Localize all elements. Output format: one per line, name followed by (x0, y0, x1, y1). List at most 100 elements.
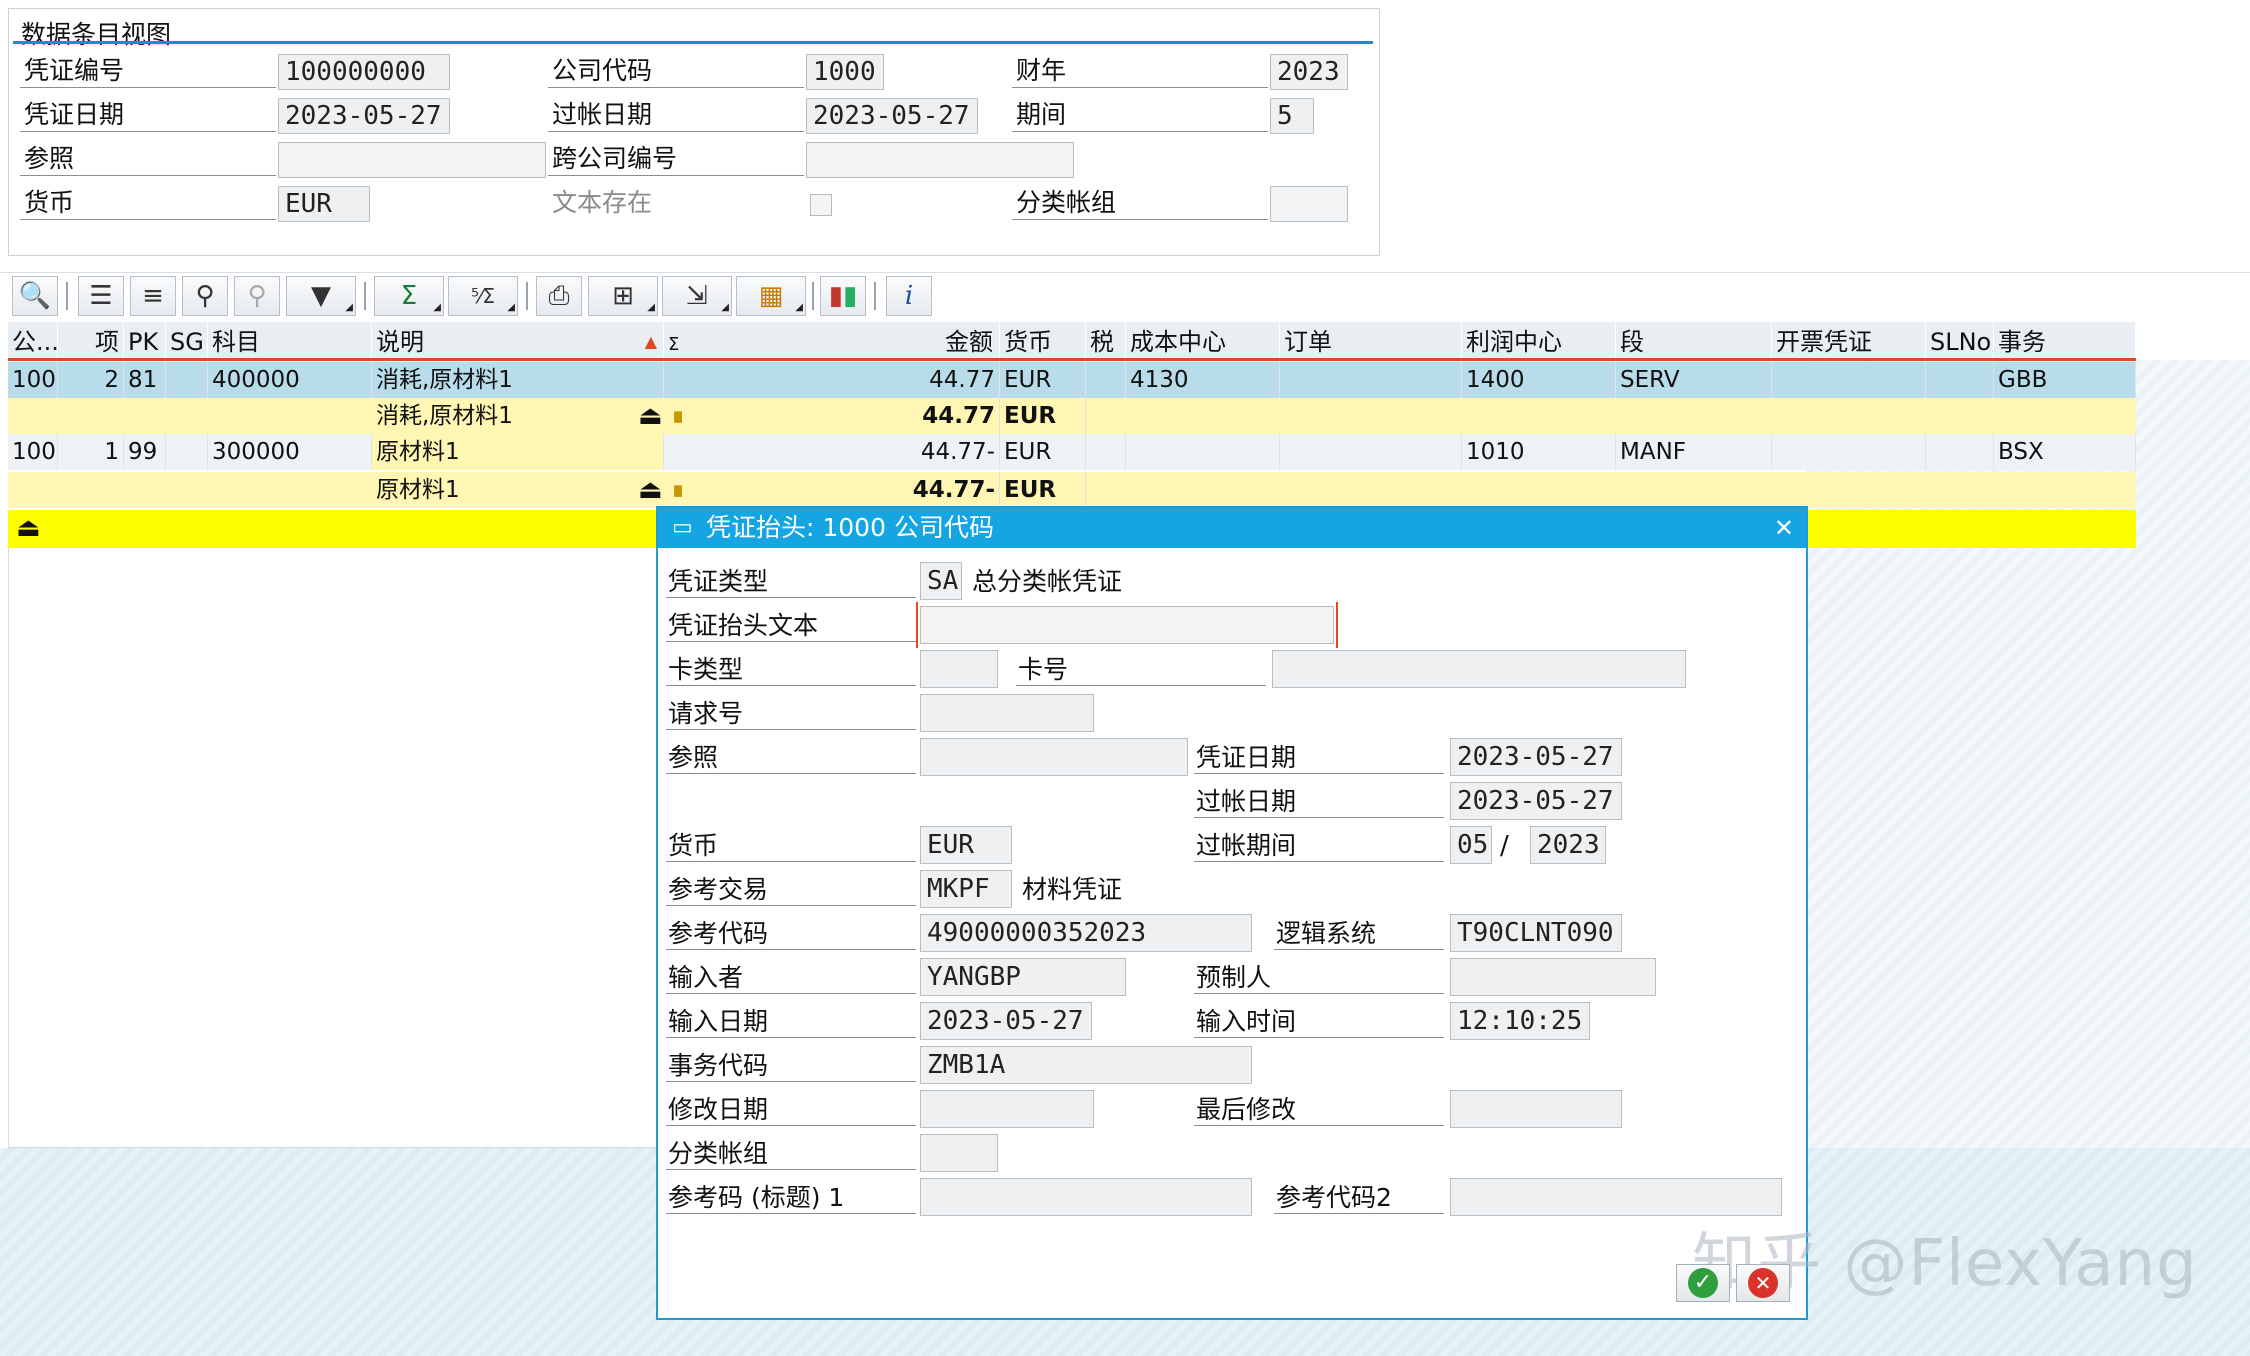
ledger-group-field[interactable] (920, 1134, 998, 1172)
posting-date-field[interactable]: 2023-05-27 (806, 98, 978, 134)
doc-date-label: 凭证日期 (1194, 740, 1444, 774)
graphic-button[interactable]: ▮ ▮ (820, 276, 866, 316)
find-button[interactable]: ⚲ (182, 276, 228, 316)
entry-time-field[interactable]: 12:10:25 (1450, 1002, 1590, 1040)
card-number-label: 卡号 (1016, 652, 1266, 686)
logical-system-field[interactable]: T90CLNT090 (1450, 914, 1622, 952)
column-header-item[interactable]: 项 (58, 322, 124, 360)
layout-button[interactable]: ▦ ◢ (736, 276, 806, 316)
tcode-label: 事务代码 (666, 1048, 916, 1082)
cross-company-field[interactable] (806, 142, 1074, 178)
column-header-description[interactable]: 说明 ▲ (372, 322, 664, 360)
print-button[interactable]: ⎙ (536, 276, 582, 316)
cell-amount: 44.77 (664, 362, 1000, 398)
subtotal-button[interactable]: ⁵⁄Σ ◢ (448, 276, 518, 316)
column-header-segment[interactable]: 段 (1616, 322, 1772, 360)
ref-key-field[interactable]: 49000000352023 (920, 914, 1252, 952)
ref-transaction-field[interactable]: MKPF (920, 870, 1012, 908)
filter-button[interactable]: ▼ ◢ (286, 276, 356, 316)
entry-date-field[interactable]: 2023-05-27 (920, 1002, 1092, 1040)
header-text-label: 凭证抬头文本 (666, 608, 916, 642)
card-number-field[interactable] (1272, 650, 1686, 688)
sum-button[interactable]: Σ ◢ (374, 276, 444, 316)
changed-on-field[interactable] (920, 1090, 1094, 1128)
subtotal-icon: ⁵⁄Σ (471, 284, 495, 308)
column-header-transaction[interactable]: 事务 (1994, 322, 2136, 360)
views-icon: ⊞ (612, 281, 634, 311)
currency-label: 货币 (20, 186, 276, 220)
cell-transaction: GBB (1994, 362, 2136, 398)
cancel-button[interactable]: ✕ (1736, 1264, 1790, 1302)
ref-key2-field[interactable] (1450, 1178, 1782, 1216)
column-header-tax[interactable]: 税 (1086, 322, 1126, 360)
ref-key1-label: 参考码 (标题) 1 (666, 1180, 916, 1214)
table-row[interactable]: 1000 1 99 300000 原材料1 44.77- EUR 1010 MA… (8, 434, 2136, 470)
column-header-company[interactable]: 公... (8, 322, 58, 360)
column-header-currency[interactable]: 货币 (1000, 322, 1086, 360)
column-header-billing-doc[interactable]: 开票凭证 (1772, 322, 1926, 360)
cell-company: 1000 (8, 434, 58, 470)
subtotal-row[interactable]: 原材料1 ⏏ ▪ 44.77- EUR (8, 472, 2136, 508)
column-header-sg[interactable]: SG (166, 322, 208, 360)
doc-number-field[interactable]: 100000000 (278, 54, 450, 90)
doc-type-field[interactable]: SA (920, 562, 962, 600)
currency-field[interactable]: EUR (278, 186, 370, 222)
sum-indicator: Σ (668, 334, 680, 355)
column-header-amount[interactable]: Σ 金额 (664, 322, 1000, 360)
tcode-field[interactable]: ZMB1A (920, 1046, 1252, 1084)
find-icon: ⚲ (195, 281, 215, 311)
info-button[interactable]: i (886, 276, 932, 316)
column-header-order[interactable]: 订单 (1280, 322, 1462, 360)
toolbar-separator (526, 282, 528, 310)
export-button[interactable]: ⇲ ◢ (662, 276, 732, 316)
company-code-label: 公司代码 (548, 54, 804, 88)
column-header-profit-center[interactable]: 利润中心 (1462, 322, 1616, 360)
last-change-label: 最后修改 (1194, 1092, 1444, 1126)
sort-indicator-icon: ▲ (644, 332, 657, 351)
details-button[interactable]: 🔍 (12, 276, 58, 316)
header-text-field[interactable] (920, 606, 1334, 644)
group-title: 数据条目视图 (21, 20, 172, 49)
currency-field[interactable]: EUR (920, 826, 1012, 864)
text-exists-checkbox[interactable] (810, 194, 832, 216)
posting-year-field[interactable]: 2023 (1530, 826, 1606, 864)
reference-field[interactable] (278, 142, 546, 178)
sort-descending-button[interactable]: ≡ (130, 276, 176, 316)
sort-ascending-button[interactable]: ☰ (78, 276, 124, 316)
reference-field[interactable] (920, 738, 1188, 776)
cell-description: 消耗,原材料1 (376, 403, 513, 429)
column-header-account[interactable]: 科目 (208, 322, 372, 360)
cancel-icon: ✕ (1748, 1268, 1778, 1298)
cell-account: 400000 (208, 362, 372, 398)
card-type-label: 卡类型 (666, 652, 916, 686)
company-code-field[interactable]: 1000 (806, 54, 884, 90)
doc-date-field[interactable]: 2023-05-27 (1450, 738, 1622, 776)
ref-key1-field[interactable] (920, 1178, 1252, 1216)
parked-by-field[interactable] (1450, 958, 1656, 996)
confirm-button[interactable]: ✓ (1676, 1264, 1730, 1302)
posting-date-label: 过帐日期 (1194, 784, 1444, 818)
close-icon[interactable]: ✕ (1774, 508, 1794, 548)
views-button[interactable]: ⊞ ◢ (588, 276, 658, 316)
last-change-field[interactable] (1450, 1090, 1622, 1128)
column-header-slno[interactable]: SLNo (1926, 322, 1994, 360)
column-header-cost-center[interactable]: 成本中心 (1126, 322, 1280, 360)
ledger-group-field[interactable] (1270, 186, 1348, 222)
period-field[interactable]: 5 (1270, 98, 1314, 134)
column-header-pk[interactable]: PK (124, 322, 166, 360)
doc-date-field[interactable]: 2023-05-27 (278, 98, 450, 134)
dropdown-arrow-icon: ◢ (507, 302, 515, 313)
find-next-button[interactable]: ⚲ (234, 276, 280, 316)
subtotal-icon: ⏏ (638, 401, 663, 431)
table-row[interactable]: 1000 2 81 400000 消耗,原材料1 44.77 EUR 4130 … (8, 362, 2136, 398)
doc-date-label: 凭证日期 (20, 98, 276, 132)
posting-period-field[interactable]: 05 (1450, 826, 1492, 864)
details-icon: 🔍 (18, 281, 52, 311)
cell-order (1280, 362, 1462, 398)
card-type-field[interactable] (920, 650, 998, 688)
subtotal-row[interactable]: 消耗,原材料1 ⏏ ▪ 44.77 EUR (8, 398, 2136, 434)
entered-by-field[interactable]: YANGBP (920, 958, 1126, 996)
request-number-field[interactable] (920, 694, 1094, 732)
fiscal-year-field[interactable]: 2023 (1270, 54, 1348, 90)
posting-date-field[interactable]: 2023-05-27 (1450, 782, 1622, 820)
